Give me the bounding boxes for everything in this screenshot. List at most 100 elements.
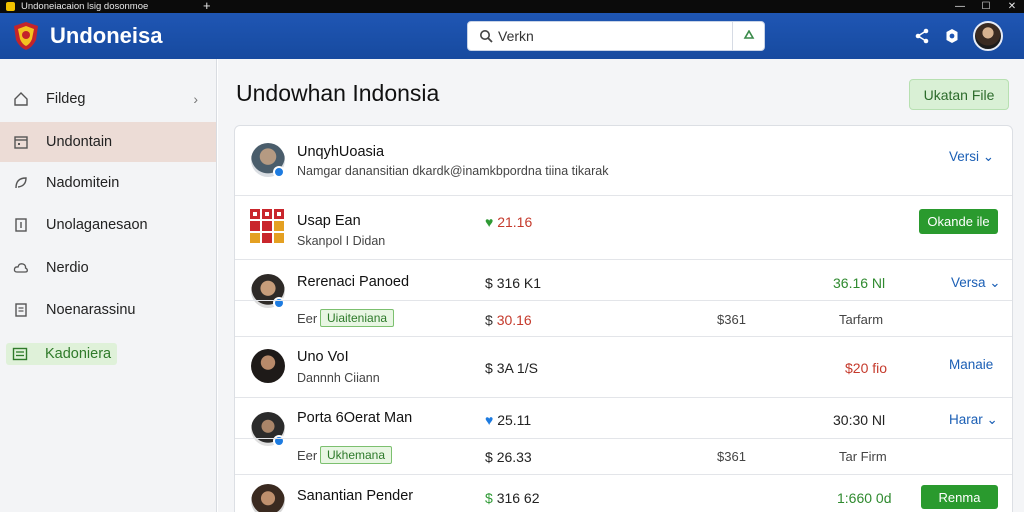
row-primary-button[interactable]: Okande ile	[919, 209, 998, 234]
row-divider	[235, 397, 1012, 398]
chevron-down-icon: ⌄	[982, 149, 995, 164]
sidebar-item-label: Kadoniera	[45, 346, 112, 362]
sidebar-item-undontain[interactable]: Undontain	[0, 122, 216, 162]
dollar-icon: $	[485, 490, 493, 506]
sidebar-item-unolaganesaon[interactable]: Unolaganesaon	[0, 205, 216, 245]
maximize-button[interactable]: ☐	[980, 1, 992, 12]
recycle-icon	[743, 30, 754, 39]
row-action-link[interactable]: Versi ⌄	[949, 148, 994, 166]
brand-name: Undoneisa	[50, 23, 163, 48]
sidebar-item-nadomitein[interactable]: Nadomitein	[0, 163, 216, 203]
action-label: Versi	[949, 149, 980, 164]
row-name: Rerenaci Panoed	[297, 274, 410, 290]
value-text: 30.16	[496, 312, 532, 328]
heart-icon: ♥	[485, 412, 494, 428]
search-icon	[474, 29, 498, 43]
row-right-value: 30:30 Nl	[833, 412, 886, 428]
main-content: Undowhan Indonsia Ukatan File UnqyhUoasi…	[218, 59, 1024, 512]
action-label: Harar	[949, 412, 983, 427]
file-icon	[11, 300, 31, 320]
row-right-sub: Tar Firm	[839, 449, 887, 464]
minimize-button[interactable]: —	[954, 1, 966, 12]
chevron-down-icon: ⌄	[989, 275, 1001, 290]
dollar-icon: $	[485, 275, 493, 291]
row-divider	[235, 195, 1012, 196]
avatar	[251, 349, 285, 383]
row-value: ♥ 21.16	[485, 213, 532, 231]
row-mid-value: $361	[717, 449, 746, 464]
dollar-icon: $	[485, 360, 493, 376]
tag-prefix: Eer	[297, 311, 318, 326]
row-primary-button[interactable]: Renma	[921, 485, 998, 509]
row-subtitle: Skanpol I Didan	[297, 234, 386, 248]
cloud-icon	[11, 258, 31, 278]
verified-icon	[273, 297, 285, 309]
sidebar: Fildeg › Undontain Nadomitein Unolaganes…	[0, 59, 217, 512]
row-name: UnqyhUoasia	[297, 144, 385, 160]
row-value-bottom: $ 26.33	[485, 448, 532, 466]
sidebar-item-kadoniera[interactable]: Kadoniera	[6, 343, 117, 365]
row-right-value: 36.16 Nl	[833, 275, 886, 291]
row-subtitle: Dannnh Ciiann	[297, 371, 380, 385]
sidebar-item-fildeg[interactable]: Fildeg ›	[0, 79, 216, 119]
row-value: $ 316 62	[485, 489, 540, 507]
new-tab-button[interactable]: +	[203, 0, 211, 12]
user-avatar[interactable]	[973, 21, 1003, 51]
action-label: Versa	[951, 275, 986, 290]
row-action-link[interactable]: Manaie	[949, 356, 993, 374]
row-divider	[235, 259, 1012, 260]
row-action-link[interactable]: Harar ⌄	[949, 411, 998, 429]
share-icon[interactable]	[913, 27, 931, 45]
action-label: Manaie	[949, 357, 994, 372]
row-inner-divider	[235, 300, 1012, 301]
verified-icon	[273, 166, 285, 178]
window-controls: — ☐ ✕	[954, 0, 1018, 13]
row-divider	[235, 336, 1012, 337]
row-name: Sanantian Pender	[297, 488, 414, 504]
close-button[interactable]: ✕	[1006, 1, 1018, 12]
upload-file-button[interactable]: Ukatan File	[909, 79, 1009, 110]
row-value: $ 3A 1/S	[485, 359, 538, 377]
brand-logo[interactable]	[10, 20, 42, 52]
list-icon	[10, 347, 30, 361]
search-button[interactable]	[732, 22, 764, 50]
sidebar-item-label: Undontain	[46, 134, 113, 150]
heart-icon: ♥	[485, 214, 494, 230]
value-text: 21.16	[497, 214, 533, 230]
settings-icon[interactable]	[943, 27, 961, 45]
sidebar-item-label: Nadomitein	[46, 175, 120, 191]
tag-prefix: Eer	[297, 448, 318, 463]
app-logo-icon	[250, 209, 284, 243]
app-header: Undoneisa	[0, 13, 1024, 59]
sidebar-item-label: Fildeg	[46, 91, 86, 107]
value-text: 3A 1/S	[496, 360, 538, 376]
row-action-link[interactable]: Versa ⌄	[951, 274, 1001, 292]
row-mid-value: $361	[717, 312, 746, 327]
sidebar-item-nerdio[interactable]: Nerdio	[0, 248, 216, 288]
window-titlebar: Undoneiacaion lsig dosonmoe + — ☐ ✕	[0, 0, 1024, 13]
value-text: 25.11	[497, 412, 532, 428]
status-badge: Ukhemana	[320, 446, 393, 464]
search-input[interactable]	[498, 28, 718, 44]
page-title: Undowhan Indonsia	[236, 80, 440, 106]
row-subtitle: Namgar danansitian dkardk@inamkbpordna t…	[297, 164, 609, 178]
row-inner-divider	[235, 438, 1012, 439]
calendar-icon	[11, 132, 31, 152]
chevron-down-icon: ⌄	[986, 412, 998, 427]
row-name: Porta 6Oerat Man	[297, 410, 413, 426]
value-text: 316 62	[496, 490, 540, 506]
leaf-icon	[11, 173, 31, 193]
document-icon	[11, 215, 31, 235]
row-right-value: 1:660 0d	[837, 490, 892, 506]
row-value-top: ♥ 25.11	[485, 411, 531, 429]
row-right-value: $20 fio	[845, 360, 888, 376]
dollar-icon: $	[485, 312, 493, 328]
sidebar-item-label: Nerdio	[46, 260, 89, 276]
avatar	[251, 484, 285, 512]
search-bar	[467, 21, 765, 51]
chevron-right-icon: ›	[193, 91, 198, 107]
sidebar-item-noenarassinu[interactable]: Noenarassinu	[0, 290, 216, 330]
app-icon	[6, 2, 15, 11]
window-title: Undoneiacaion lsig dosonmoe	[21, 1, 149, 12]
row-value-bottom: $ 30.16	[485, 311, 532, 329]
